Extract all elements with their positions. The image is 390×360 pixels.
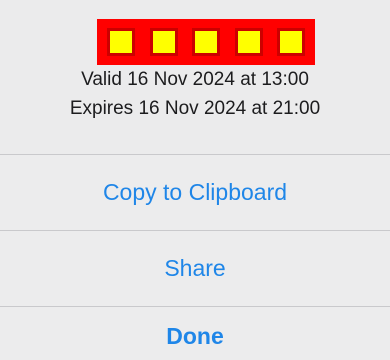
- sheet-header: Valid 16 Nov 2024 at 13:00 Expires 16 No…: [0, 0, 390, 154]
- expires-text: Expires 16 Nov 2024 at 21:00: [69, 98, 321, 119]
- code-digit-1: [107, 28, 135, 56]
- valid-from-text: Valid 16 Nov 2024 at 13:00: [81, 69, 309, 90]
- code-digit-5: [277, 28, 305, 56]
- access-code-display: [97, 19, 315, 65]
- code-digit-3: [192, 28, 220, 56]
- done-button[interactable]: Done: [0, 307, 390, 360]
- share-button[interactable]: Share: [0, 231, 390, 306]
- code-digit-2: [149, 28, 178, 56]
- code-digit-4: [234, 28, 263, 56]
- action-sheet: Valid 16 Nov 2024 at 13:00 Expires 16 No…: [0, 0, 390, 360]
- copy-to-clipboard-button[interactable]: Copy to Clipboard: [0, 155, 390, 230]
